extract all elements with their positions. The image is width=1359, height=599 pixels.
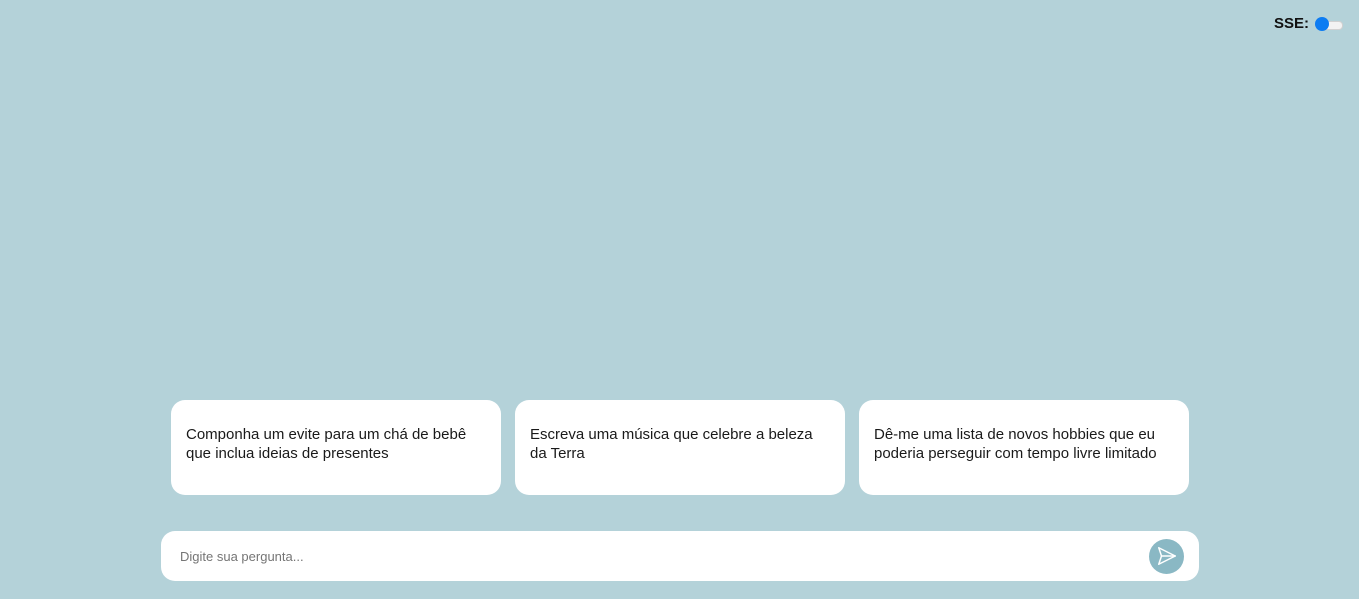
chat-input-bar (161, 531, 1199, 581)
suggestion-text: Componha um evite para um chá de bebê qu… (186, 426, 467, 462)
suggestion-cards: Componha um evite para um chá de bebê qu… (171, 400, 1189, 495)
sse-switch[interactable] (1315, 16, 1343, 31)
send-button[interactable] (1149, 538, 1184, 574)
sse-label: SSE: (1273, 15, 1309, 32)
question-input[interactable] (178, 547, 1149, 565)
send-icon (1157, 547, 1176, 565)
suggestion-text: Dê-me uma lista de novos hobbies que eu … (874, 426, 1157, 462)
suggestion-card[interactable]: Componha um evite para um chá de bebê qu… (171, 400, 501, 495)
suggestion-card[interactable]: Escreva uma música que celebre a beleza … (515, 400, 845, 495)
sse-toggle-group: SSE: (1274, 15, 1343, 32)
suggestion-text: Escreva uma música que celebre a beleza … (530, 426, 813, 462)
suggestion-card[interactable]: Dê-me uma lista de novos hobbies que eu … (859, 400, 1189, 495)
sse-switch-thumb (1315, 16, 1329, 31)
chat-page: SSE: Componha um evite para um chá de be… (0, 0, 1359, 599)
